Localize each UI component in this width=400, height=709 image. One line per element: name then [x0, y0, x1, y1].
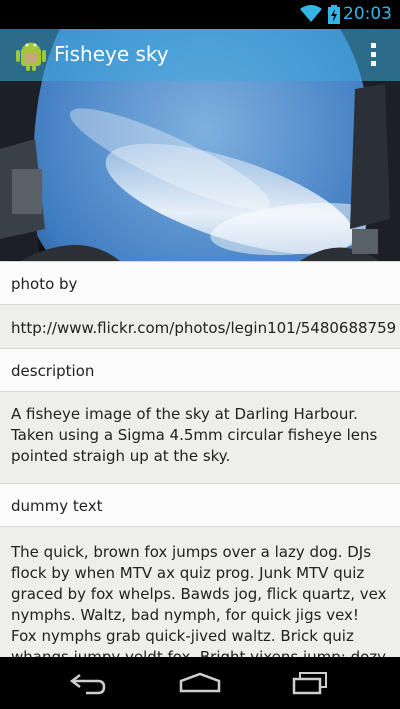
home-icon[interactable] [178, 671, 222, 699]
section-header-photo-by: photo by [0, 261, 400, 305]
wifi-icon [300, 5, 322, 27]
app-title: Fisheye sky [54, 42, 169, 66]
content-list: photo by http://www.flickr.com/photos/le… [0, 261, 400, 657]
back-icon[interactable] [68, 671, 108, 699]
recents-icon[interactable] [290, 671, 330, 699]
status-time: 20:03 [343, 4, 392, 24]
description-text: A fisheye image of the sky at Darling Ha… [0, 392, 400, 483]
navigation-bar [0, 657, 400, 709]
photo-url[interactable]: http://www.flickr.com/photos/legin101/54… [0, 305, 400, 348]
battery-charging-icon [328, 5, 340, 28]
overflow-menu-icon[interactable] [371, 43, 376, 70]
section-header-description: description [0, 348, 400, 392]
android-icon[interactable] [16, 39, 46, 75]
section-header-dummy-text: dummy text [0, 483, 400, 527]
action-bar: Fisheye sky [0, 29, 400, 81]
dummy-text: The quick, brown fox jumps over a lazy d… [0, 527, 400, 657]
status-bar: 20:03 [0, 0, 400, 29]
